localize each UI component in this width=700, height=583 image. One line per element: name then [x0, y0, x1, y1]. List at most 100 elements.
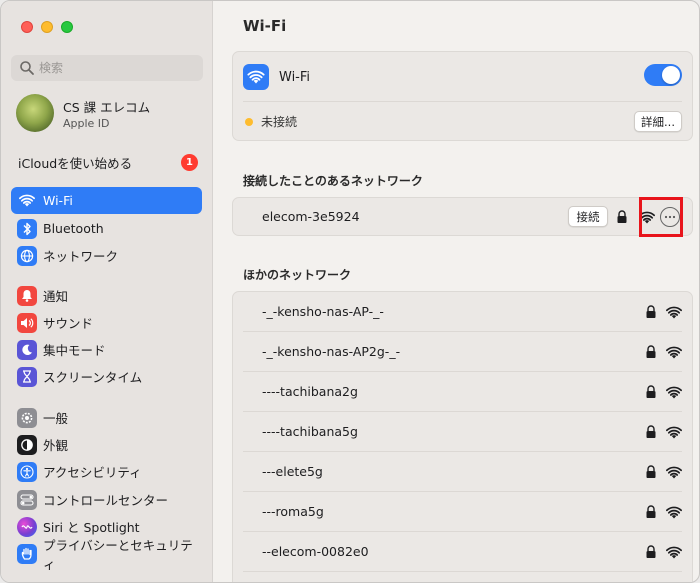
avatar: [16, 94, 54, 132]
notification-badge: 1: [181, 154, 198, 171]
wifi-signal-icon: [666, 306, 682, 319]
sidebar-item-label: 外観: [43, 438, 69, 453]
gear-icon: [17, 407, 37, 428]
settings-window: CS 課 エレコム Apple ID iCloudを使い始める 1 Wi-Fi …: [0, 0, 700, 583]
icloud-label: iCloudを使い始める: [18, 156, 133, 171]
sidebar-item-label: アクセシビリティ: [43, 465, 142, 480]
sidebar-item-network[interactable]: ネットワーク: [11, 242, 202, 269]
list-item[interactable]: ---elete5g: [233, 452, 692, 492]
network-name: -_-kensho-nas-AP-_-: [262, 304, 384, 319]
other-networks-heading: ほかのネットワーク: [243, 268, 352, 282]
account-subtitle: Apple ID: [63, 116, 110, 130]
sidebar-item-label: 集中モード: [43, 343, 106, 358]
sidebar-item-general[interactable]: 一般: [11, 404, 202, 431]
wifi-signal-icon: [666, 546, 682, 559]
connect-button[interactable]: 接続: [568, 206, 608, 227]
globe-icon: [17, 245, 37, 266]
details-button[interactable]: 詳細...: [634, 111, 682, 132]
list-item[interactable]: -_-kensho-nas-AP-_-: [233, 292, 692, 332]
wifi-status-card: Wi-Fi 未接続 詳細...: [232, 51, 693, 141]
search-icon: [20, 61, 34, 75]
network-name: --elecom-0082e0: [262, 544, 369, 559]
lock-icon: [646, 425, 656, 438]
sidebar-item-wifi[interactable]: Wi-Fi: [11, 187, 202, 214]
known-networks-list: elecom-3e5924 接続: [232, 197, 693, 236]
close-window-button[interactable]: [21, 21, 33, 33]
icloud-setup-item[interactable]: iCloudを使い始める 1: [18, 153, 198, 172]
network-name: ----tachibana2g: [262, 384, 358, 399]
wifi-signal-icon: [666, 466, 682, 479]
lock-icon: [646, 505, 656, 518]
lock-icon: [646, 545, 656, 558]
sidebar-item-appearance[interactable]: 外観: [11, 431, 202, 458]
network-name: ---elete5g: [262, 464, 323, 479]
network-name: ---roma5g: [262, 504, 324, 519]
accessibility-icon: [17, 461, 37, 482]
bell-icon: [17, 285, 37, 306]
hand-icon: [17, 543, 37, 564]
wifi-signal-icon: [666, 506, 682, 519]
moon-icon: [17, 339, 37, 360]
speaker-icon: [17, 312, 37, 333]
sidebar-item-notifications[interactable]: 通知: [11, 282, 202, 309]
sidebar-item-label: プライバシーとセキュリティ: [43, 537, 193, 572]
main-pane: Wi-Fi Wi-Fi 未接続 詳細... 接続したことのあるネットワーク el…: [214, 1, 699, 582]
wifi-icon: [243, 64, 269, 90]
sidebar-item-label: ネットワーク: [43, 249, 119, 264]
connection-status: 未接続: [261, 115, 298, 129]
wifi-signal-icon: [666, 346, 682, 359]
siri-icon: [17, 516, 37, 537]
minimize-window-button[interactable]: [41, 21, 53, 33]
network-name: ----tachibana5g: [262, 424, 358, 439]
sidebar-item-focus[interactable]: 集中モード: [11, 336, 202, 363]
sidebar-item-label: Wi-Fi: [43, 193, 73, 208]
hourglass-icon: [17, 366, 37, 387]
page-title: Wi-Fi: [243, 17, 287, 35]
sidebar-item-sound[interactable]: サウンド: [11, 309, 202, 336]
sidebar-item-privacy-security[interactable]: プライバシーとセキュリティ: [11, 538, 202, 572]
appearance-icon: [17, 434, 37, 455]
list-item[interactable]: ----tachibana5g: [233, 412, 692, 452]
sidebar-item-label: スクリーンタイム: [43, 370, 143, 385]
divider: [243, 101, 682, 102]
list-item[interactable]: --elecom-0082e0: [233, 532, 692, 572]
highlight-box: [639, 197, 683, 237]
control-center-icon: [17, 489, 37, 510]
sidebar: CS 課 エレコム Apple ID iCloudを使い始める 1 Wi-Fi …: [1, 1, 213, 582]
status-dot: [245, 117, 253, 126]
network-name: elecom-3e5924: [262, 209, 360, 224]
sidebar-item-control-center[interactable]: コントロールセンター: [11, 486, 202, 513]
list-item[interactable]: -_-kensho-nas-AP2g-_-: [233, 332, 692, 372]
sidebar-item-label: サウンド: [43, 316, 94, 331]
search-field[interactable]: [11, 55, 203, 81]
sidebar-item-accessibility[interactable]: アクセシビリティ: [11, 458, 202, 485]
sidebar-item-label: 通知: [43, 289, 69, 304]
wifi-icon: [17, 191, 37, 211]
wifi-signal-icon: [666, 386, 682, 399]
lock-icon: [646, 305, 656, 318]
window-controls: [21, 21, 73, 33]
divider: [243, 571, 682, 572]
list-item[interactable]: ----tachibana2g: [233, 372, 692, 412]
sidebar-item-screen-time[interactable]: スクリーンタイム: [11, 363, 202, 390]
list-item[interactable]: elecom-3e5924 接続: [233, 198, 692, 237]
search-input[interactable]: [39, 61, 189, 75]
sidebar-item-label: Siri と Spotlight: [43, 520, 140, 535]
lock-icon: [646, 345, 656, 358]
other-networks-list: -_-kensho-nas-AP-_- -_-kensho-nas-AP2g-_…: [232, 291, 693, 582]
known-networks-heading: 接続したことのあるネットワーク: [243, 174, 423, 188]
lock-icon: [646, 465, 656, 478]
sidebar-item-bluetooth[interactable]: Bluetooth: [11, 215, 202, 242]
sidebar-item-label: コントロールセンター: [43, 493, 169, 508]
list-item[interactable]: ---roma5g: [233, 492, 692, 532]
account-name: CS 課 エレコム: [63, 99, 151, 115]
sidebar-item-label: 一般: [43, 411, 69, 426]
wifi-toggle[interactable]: [644, 64, 682, 86]
network-name: -_-kensho-nas-AP2g-_-: [262, 344, 401, 359]
bluetooth-icon: [17, 218, 37, 239]
lock-icon: [646, 385, 656, 398]
zoom-window-button[interactable]: [61, 21, 73, 33]
lock-icon: [617, 210, 627, 223]
wifi-label: Wi-Fi: [279, 69, 311, 85]
apple-id-account[interactable]: CS 課 エレコム Apple ID: [16, 94, 150, 132]
